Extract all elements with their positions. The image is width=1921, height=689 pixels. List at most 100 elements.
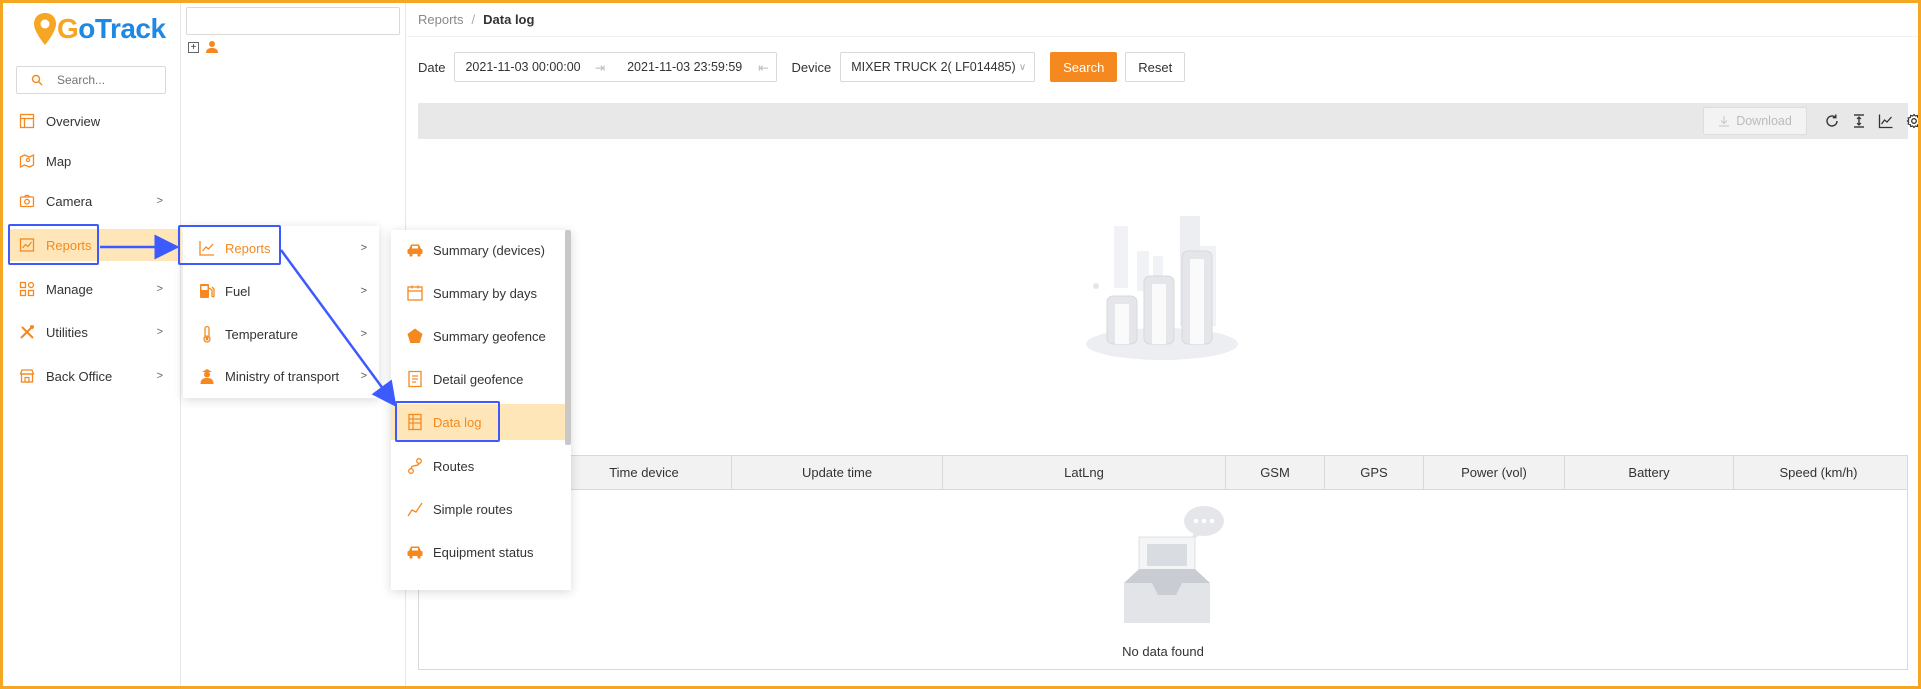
report-item-label: Summary (devices)	[433, 242, 545, 258]
report-item-equipment-status[interactable]: Equipment status	[391, 534, 565, 570]
date-from-value[interactable]: 2021-11-03 00:00:00	[465, 60, 580, 74]
submenu-item-temperature[interactable]: Temperature >	[183, 314, 379, 354]
chevron-right-icon: >	[156, 283, 163, 295]
report-item-label: Simple routes	[433, 501, 513, 517]
breadcrumb-parent[interactable]: Reports	[418, 12, 464, 27]
device-select-value: MIXER TRUCK 2( LF014485)	[851, 60, 1016, 74]
refresh-icon[interactable]	[1824, 113, 1840, 129]
chevron-right-icon: >	[360, 242, 367, 254]
submenu-scrollbar[interactable]	[565, 230, 571, 445]
download-label: Download	[1736, 114, 1792, 128]
sidebar-item-reports[interactable]: Reports	[8, 229, 181, 261]
date-range-picker[interactable]: 2021-11-03 00:00:00 ⇥ 2021-11-03 23:59:5…	[454, 52, 778, 82]
report-item-routes[interactable]: Routes	[391, 448, 565, 484]
nav-search[interactable]	[16, 66, 166, 94]
line-chart-icon	[198, 239, 216, 257]
logo-letter: G	[57, 13, 79, 44]
chevron-right-icon: >	[156, 326, 163, 338]
expand-icon[interactable]: +	[188, 41, 199, 53]
reset-button[interactable]: Reset	[1125, 52, 1186, 82]
download-button[interactable]: Download	[1703, 107, 1807, 135]
breadcrumb-separator: /	[471, 12, 476, 27]
back-office-icon	[19, 368, 35, 384]
submenu-item-ministry-of-transport[interactable]: Ministry of transport >	[183, 356, 379, 396]
column-header-power[interactable]: Power (vol)	[1423, 456, 1564, 490]
report-item-data-log[interactable]: Data log	[391, 404, 565, 440]
arrow-left-icon: ⇤	[758, 60, 769, 75]
main-content: Reports / Data log Date 2021-11-03 00:00:0…	[407, 3, 1921, 686]
column-header-speed[interactable]: Speed (km/h)	[1733, 456, 1903, 490]
manage-icon	[19, 281, 35, 297]
sidebar-item-camera[interactable]: Camera >	[13, 185, 171, 217]
logo-word: oTrack	[78, 13, 166, 44]
sidebar-item-label: Utilities	[46, 324, 88, 340]
breadcrumb-current: Data log	[483, 12, 535, 27]
submenu-item-reports[interactable]: Reports >	[183, 228, 379, 268]
logo-pin-icon	[34, 13, 56, 45]
divider	[407, 36, 1918, 37]
chevron-right-icon: >	[156, 370, 163, 382]
report-item-label: Routes	[433, 458, 475, 474]
submenu-item-label: Reports	[225, 240, 271, 256]
device-label: Device	[791, 59, 832, 75]
report-item-label: Detail geofence	[433, 371, 524, 387]
sidebar-item-map[interactable]: Map	[13, 145, 171, 177]
report-item-label: Equipment status	[433, 544, 534, 560]
sidebar-item-label: Reports	[46, 237, 92, 253]
column-header-time-device[interactable]: Time device	[556, 456, 731, 490]
route-icon	[406, 457, 424, 475]
column-header-update-time[interactable]: Update time	[731, 456, 942, 490]
trend-icon	[406, 500, 424, 518]
document-list-icon	[406, 370, 424, 388]
sidebar-item-label: Map	[46, 153, 72, 169]
sidebar-item-label: Manage	[46, 281, 93, 297]
report-item-summary-devices[interactable]: Summary (devices)	[391, 232, 565, 268]
submenu-item-label: Temperature	[225, 326, 298, 342]
table-icon	[406, 413, 424, 431]
data-log-table: Time device Update time LatLng GSM GPS P…	[418, 455, 1908, 670]
sidebar-item-overview[interactable]: Overview	[13, 105, 171, 137]
report-item-summary-geofence[interactable]: Summary geofence	[391, 318, 565, 354]
camera-icon	[19, 193, 35, 209]
sidebar-item-utilities[interactable]: Utilities >	[13, 316, 171, 348]
line-chart-icon[interactable]	[1878, 113, 1894, 129]
filter-bar: Date 2021-11-03 00:00:00 ⇥ 2021-11-03 23…	[418, 52, 1186, 82]
date-to-value[interactable]: 2021-11-03 23:59:59	[627, 60, 742, 74]
empty-inbox-icon	[1124, 506, 1224, 623]
calendar-icon	[406, 284, 424, 302]
report-item-simple-routes[interactable]: Simple routes	[391, 491, 565, 527]
breadcrumb: Reports / Data log	[418, 12, 534, 27]
chevron-right-icon: >	[156, 195, 163, 207]
sidebar-item-manage[interactable]: Manage >	[13, 273, 171, 305]
pentagon-icon	[406, 327, 424, 345]
date-label: Date	[418, 59, 446, 75]
device-select[interactable]: MIXER TRUCK 2( LF014485) ∨	[840, 52, 1036, 82]
column-height-icon[interactable]	[1851, 113, 1867, 129]
submenu-item-label: Ministry of transport	[225, 368, 340, 384]
column-header-latlng[interactable]: LatLng	[942, 456, 1225, 490]
tree-search-input[interactable]	[186, 7, 400, 35]
report-item-detail-geofence[interactable]: Detail geofence	[391, 361, 565, 397]
sidebar-item-label: Back Office	[46, 368, 113, 384]
settings-icon[interactable]	[1906, 113, 1921, 129]
logo-text: GoTrack	[57, 13, 166, 45]
car-icon	[406, 543, 424, 561]
arrow-right-icon: ⇥	[594, 60, 606, 75]
column-header-gsm[interactable]: GSM	[1225, 456, 1324, 490]
column-header-gps[interactable]: GPS	[1324, 456, 1423, 490]
chevron-down-icon: ∨	[1018, 61, 1027, 73]
report-item-summary-by-days[interactable]: Summary by days	[391, 275, 565, 311]
sidebar-item-back-office[interactable]: Back Office >	[13, 360, 171, 392]
app-logo[interactable]: GoTrack	[33, 9, 166, 49]
nav-search-input[interactable]	[57, 73, 157, 87]
map-icon	[19, 153, 35, 169]
column-header-battery[interactable]: Battery	[1564, 456, 1733, 490]
user-group-icon[interactable]	[205, 40, 219, 54]
empty-chart-illustration	[1086, 216, 1238, 360]
tree-root: +	[188, 40, 219, 54]
search-button[interactable]: Search	[1050, 52, 1118, 82]
submenu-item-fuel[interactable]: Fuel >	[183, 271, 379, 311]
sidebar-item-label: Overview	[46, 113, 101, 129]
report-item-label: Summary geofence	[433, 328, 546, 344]
chevron-right-icon: >	[360, 285, 367, 297]
